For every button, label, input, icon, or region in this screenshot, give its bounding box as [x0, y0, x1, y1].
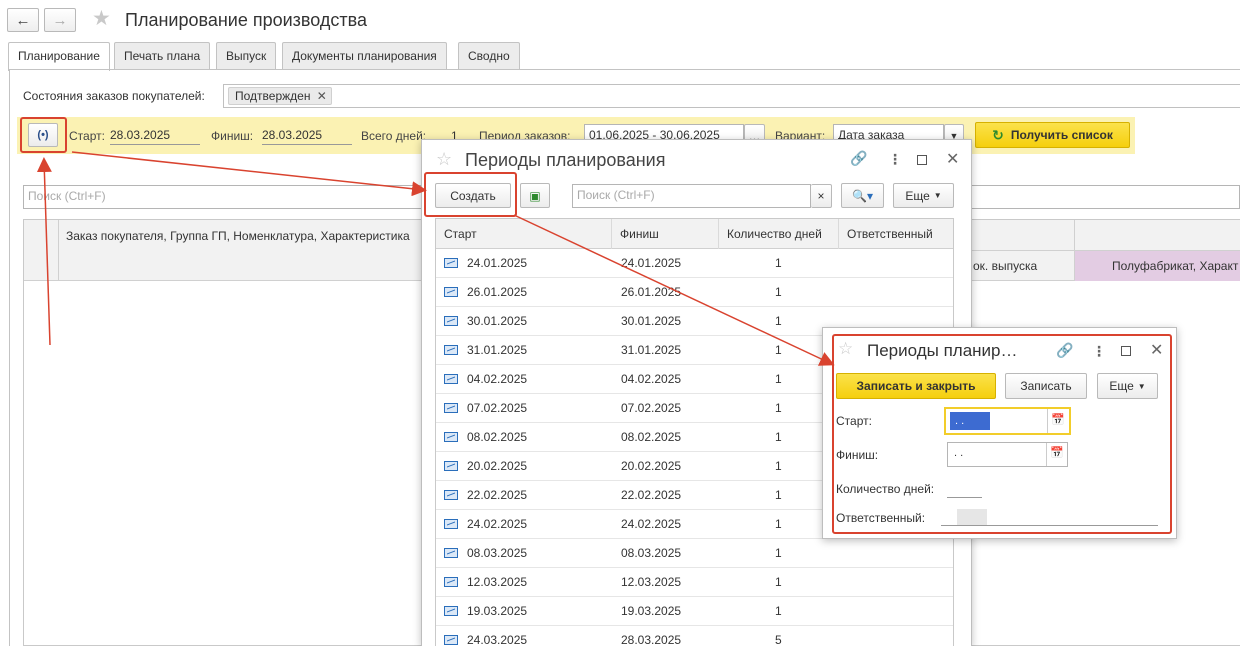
arrow-to-create-button: [71, 151, 427, 197]
annotation-arrows: [36, 151, 835, 366]
arrow-to-period-form: [513, 214, 835, 366]
arrow-to-period-button: [36, 157, 52, 346]
